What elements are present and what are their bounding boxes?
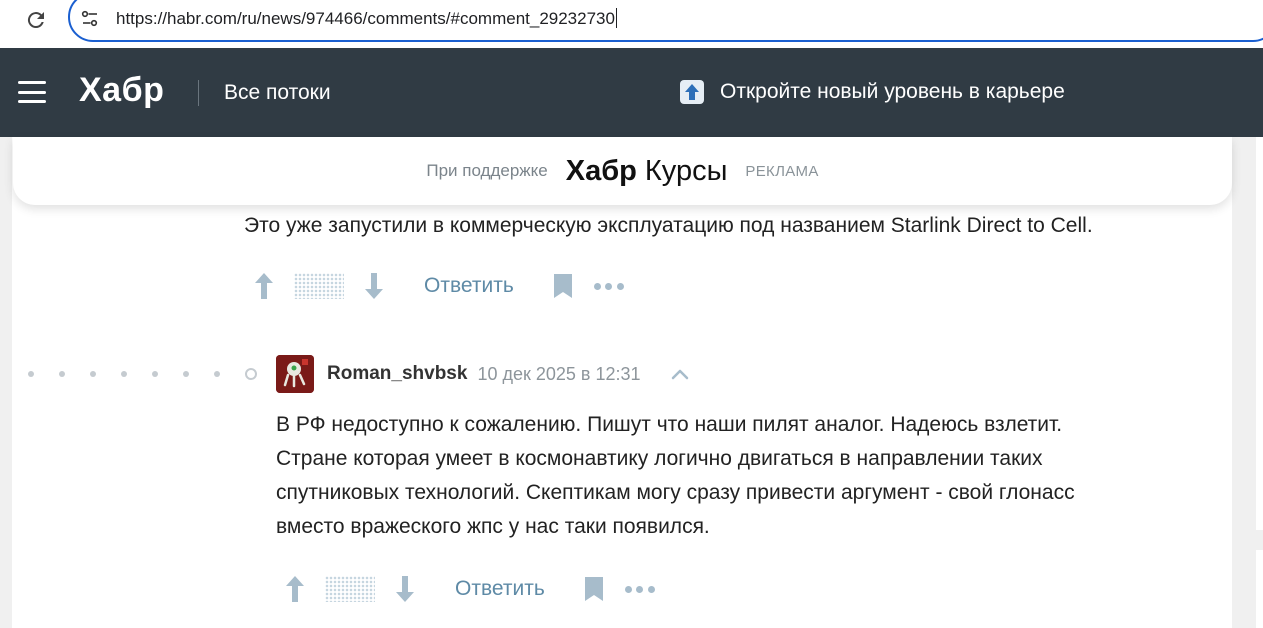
comment-body: Это уже запустили в коммерческую эксплуа… — [244, 214, 1093, 237]
sponsor-prefix: При поддержке — [426, 161, 548, 180]
comment-actions: Ответить — [252, 268, 624, 304]
comment-line: В РФ недоступно к сожалению. Пишут что н… — [276, 413, 1063, 436]
comment-line: спутниковых технологий. Скептикам могу с… — [276, 481, 1075, 504]
reply-button[interactable]: Ответить — [455, 577, 545, 601]
promo-text: Откройте новый уровень в карьере — [720, 80, 1065, 103]
all-flows-link[interactable]: Все потоки — [224, 81, 331, 105]
vote-down-icon[interactable] — [362, 271, 386, 301]
reply-button[interactable]: Ответить — [424, 274, 514, 298]
browser-toolbar: https://habr.com/ru/news/974466/comments… — [0, 0, 1263, 48]
up-arrow-icon — [680, 80, 704, 104]
more-options-icon[interactable] — [593, 281, 624, 291]
vote-down-icon[interactable] — [393, 574, 417, 604]
sidebar-gap — [1256, 530, 1263, 550]
site-settings-icon[interactable] — [80, 9, 100, 29]
chevron-up-icon[interactable] — [669, 363, 691, 385]
bookmark-icon[interactable] — [583, 576, 605, 602]
reload-icon[interactable] — [24, 8, 48, 32]
ad-label: РЕКЛАМА — [745, 162, 819, 180]
habr-logo[interactable]: Хабр — [79, 71, 164, 110]
site-header: Хабр Все потоки Откройте новый уровень в… — [0, 48, 1263, 137]
vote-up-icon[interactable] — [252, 271, 276, 301]
text-caret — [615, 8, 617, 28]
bookmark-icon[interactable] — [552, 273, 574, 299]
vote-up-icon[interactable] — [283, 574, 307, 604]
avatar[interactable] — [276, 355, 314, 393]
comment-score-hidden — [294, 273, 344, 299]
thread-depth-indicator — [28, 368, 258, 380]
career-promo-link[interactable]: Откройте новый уровень в карьере — [680, 78, 1065, 106]
hamburger-menu-icon[interactable] — [18, 81, 46, 103]
comment-line: Стране которая умеет в космонавтику логи… — [276, 447, 1043, 470]
comment-body: В РФ недоступно к сожалению. Пишут что н… — [276, 408, 1206, 544]
sponsor-logo-habr: Хабр — [565, 154, 637, 187]
comment-actions: Ответить — [283, 571, 655, 607]
url-text[interactable]: https://habr.com/ru/news/974466/comments… — [116, 8, 617, 29]
comment-timestamp[interactable]: 10 дек 2025 в 12:31 — [477, 364, 640, 385]
sponsor-logo-courses: Курсы — [644, 154, 728, 187]
comment-meta: Roman_shvbsk 10 дек 2025 в 12:31 — [276, 355, 691, 393]
more-options-icon[interactable] — [624, 584, 655, 594]
comment-score-hidden — [325, 576, 375, 602]
sidebar-edge — [1256, 137, 1263, 628]
comment-line: вместо вражеского жпс у нас таки появилс… — [276, 515, 710, 538]
author-username[interactable]: Roman_shvbsk — [327, 363, 467, 385]
header-divider — [198, 80, 199, 106]
sponsor-banner[interactable]: При поддержке Хабр Курсы РЕКЛАМА — [13, 137, 1232, 205]
